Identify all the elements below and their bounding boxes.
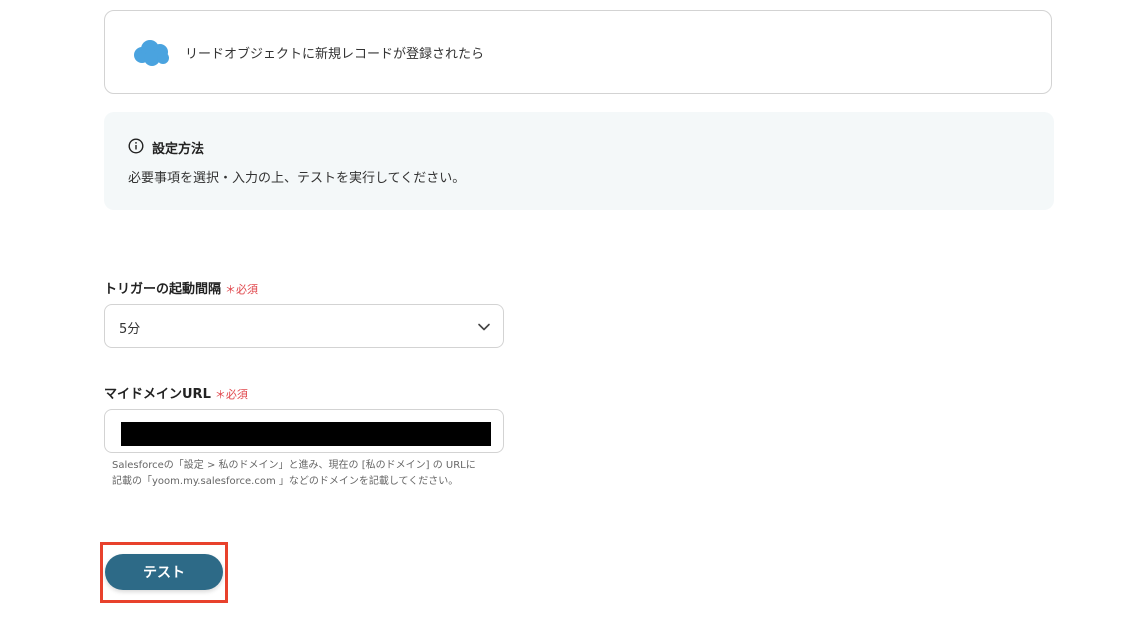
interval-label: トリガーの起動間隔 ＊必須 [104,278,258,297]
interval-select[interactable]: 5分 [104,304,504,348]
info-body: 必要事項を選択・入力の上、テストを実行してください。 [128,171,466,186]
domain-url-input[interactable] [104,409,504,453]
required-badge: ＊必須 [225,283,259,296]
domain-url-help: Salesforceの「設定 > 私のドメイン」と進み、現在の [私のドメイン]… [112,458,512,490]
required-badge: ＊必須 [214,388,248,401]
help-line-2: 記載の「yoom.my.salesforce.com 」などのドメインを記載して… [112,476,459,487]
redacted-block [121,422,491,446]
domain-url-label: マイドメインURL ＊必須 [104,383,248,402]
trigger-description: リードオブジェクトに新規レコードが登録されたら [185,47,485,62]
interval-label-text: トリガーの起動間隔 [104,282,222,297]
chevron-down-icon [478,323,490,331]
info-title: 設定方法 [152,142,205,157]
trigger-card: リードオブジェクトに新規レコードが登録されたら [104,10,1052,94]
info-box: 設定方法 必要事項を選択・入力の上、テストを実行してください。 [104,112,1054,210]
info-icon [128,138,144,154]
domain-url-label-text: マイドメインURL [104,387,211,402]
salesforce-cloud-icon [134,40,169,66]
test-button[interactable]: テスト [105,554,223,590]
help-line-1: Salesforceの「設定 > 私のドメイン」と進み、現在の [私のドメイン]… [112,460,476,471]
interval-select-value: 5分 [119,322,141,337]
